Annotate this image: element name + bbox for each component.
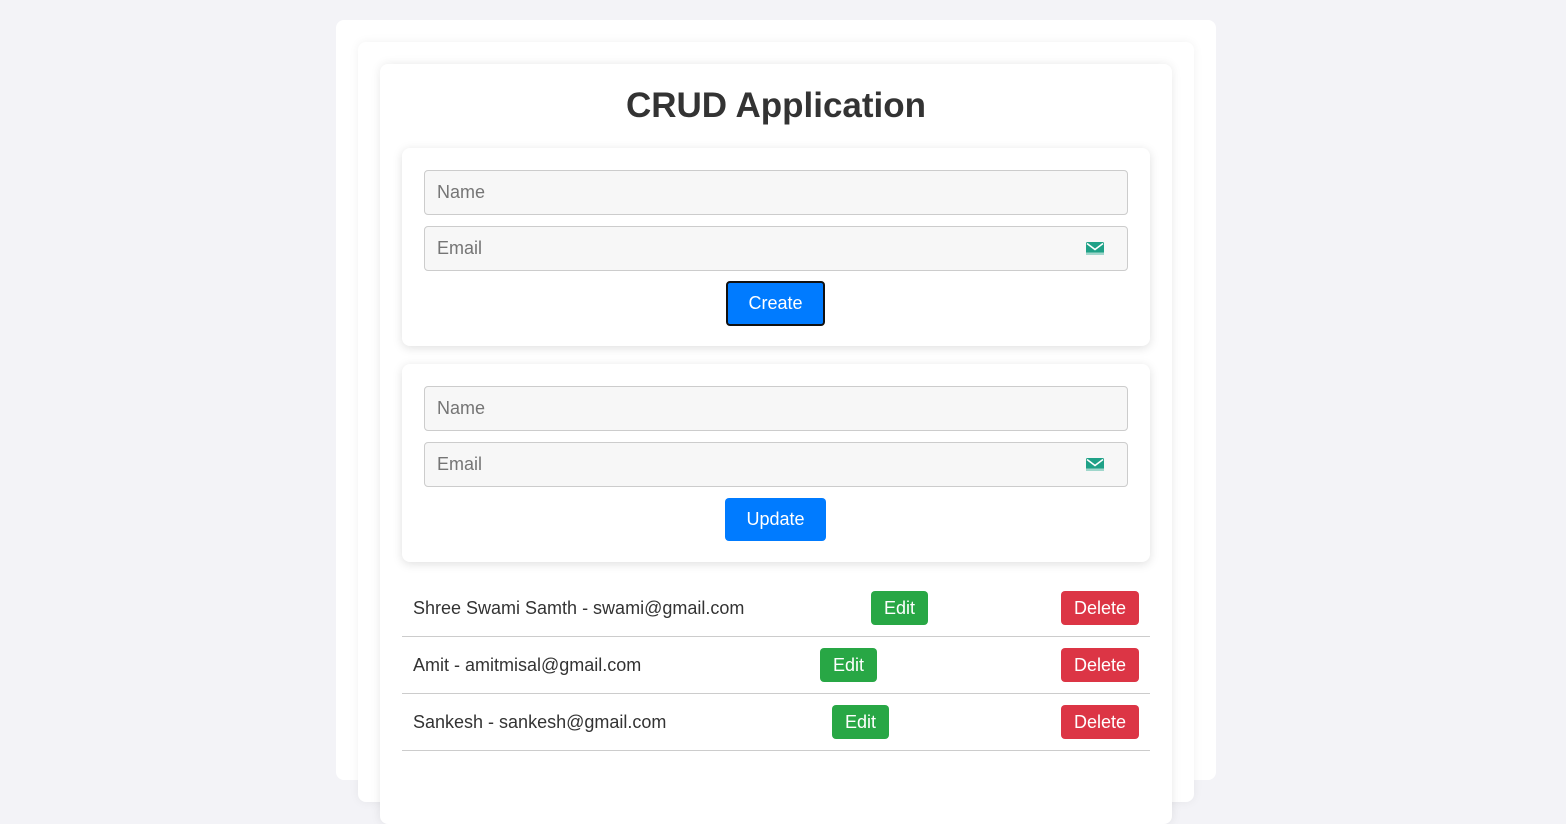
create-button[interactable]: Create xyxy=(726,281,825,326)
edit-button[interactable]: Edit xyxy=(871,591,928,625)
user-row: Amit - amitmisal@gmail.com Edit Delete xyxy=(402,637,1150,694)
user-row: Sankesh - sankesh@gmail.com Edit Delete xyxy=(402,694,1150,751)
user-row-text: Sankesh - sankesh@gmail.com xyxy=(413,712,667,732)
create-email-input[interactable] xyxy=(424,226,1128,271)
user-row-text: Amit - amitmisal@gmail.com xyxy=(413,655,642,675)
create-name-input[interactable] xyxy=(424,170,1128,215)
create-form: Create xyxy=(402,148,1150,346)
user-list: Shree Swami Samth - swami@gmail.com Edit… xyxy=(402,580,1150,751)
page-title: CRUD Application xyxy=(625,86,927,125)
envelope-icon[interactable] xyxy=(1086,242,1104,255)
update-button[interactable]: Update xyxy=(725,498,826,541)
update-form: Update xyxy=(402,364,1150,562)
update-email-input[interactable] xyxy=(424,442,1128,487)
envelope-icon[interactable] xyxy=(1086,458,1104,471)
delete-button[interactable]: Delete xyxy=(1061,591,1139,625)
app-outer-container: CRUD Application Create xyxy=(336,20,1216,824)
delete-button[interactable]: Delete xyxy=(1061,705,1139,739)
update-name-input[interactable] xyxy=(424,386,1128,431)
delete-button[interactable]: Delete xyxy=(1061,648,1139,682)
app-panel: CRUD Application Create xyxy=(380,64,1172,824)
user-row-text: Shree Swami Samth - swami@gmail.com xyxy=(413,598,745,618)
user-row: Shree Swami Samth - swami@gmail.com Edit… xyxy=(402,580,1150,637)
edit-button[interactable]: Edit xyxy=(820,648,877,682)
app-container: CRUD Application Create xyxy=(358,42,1194,824)
edit-button[interactable]: Edit xyxy=(832,705,889,739)
